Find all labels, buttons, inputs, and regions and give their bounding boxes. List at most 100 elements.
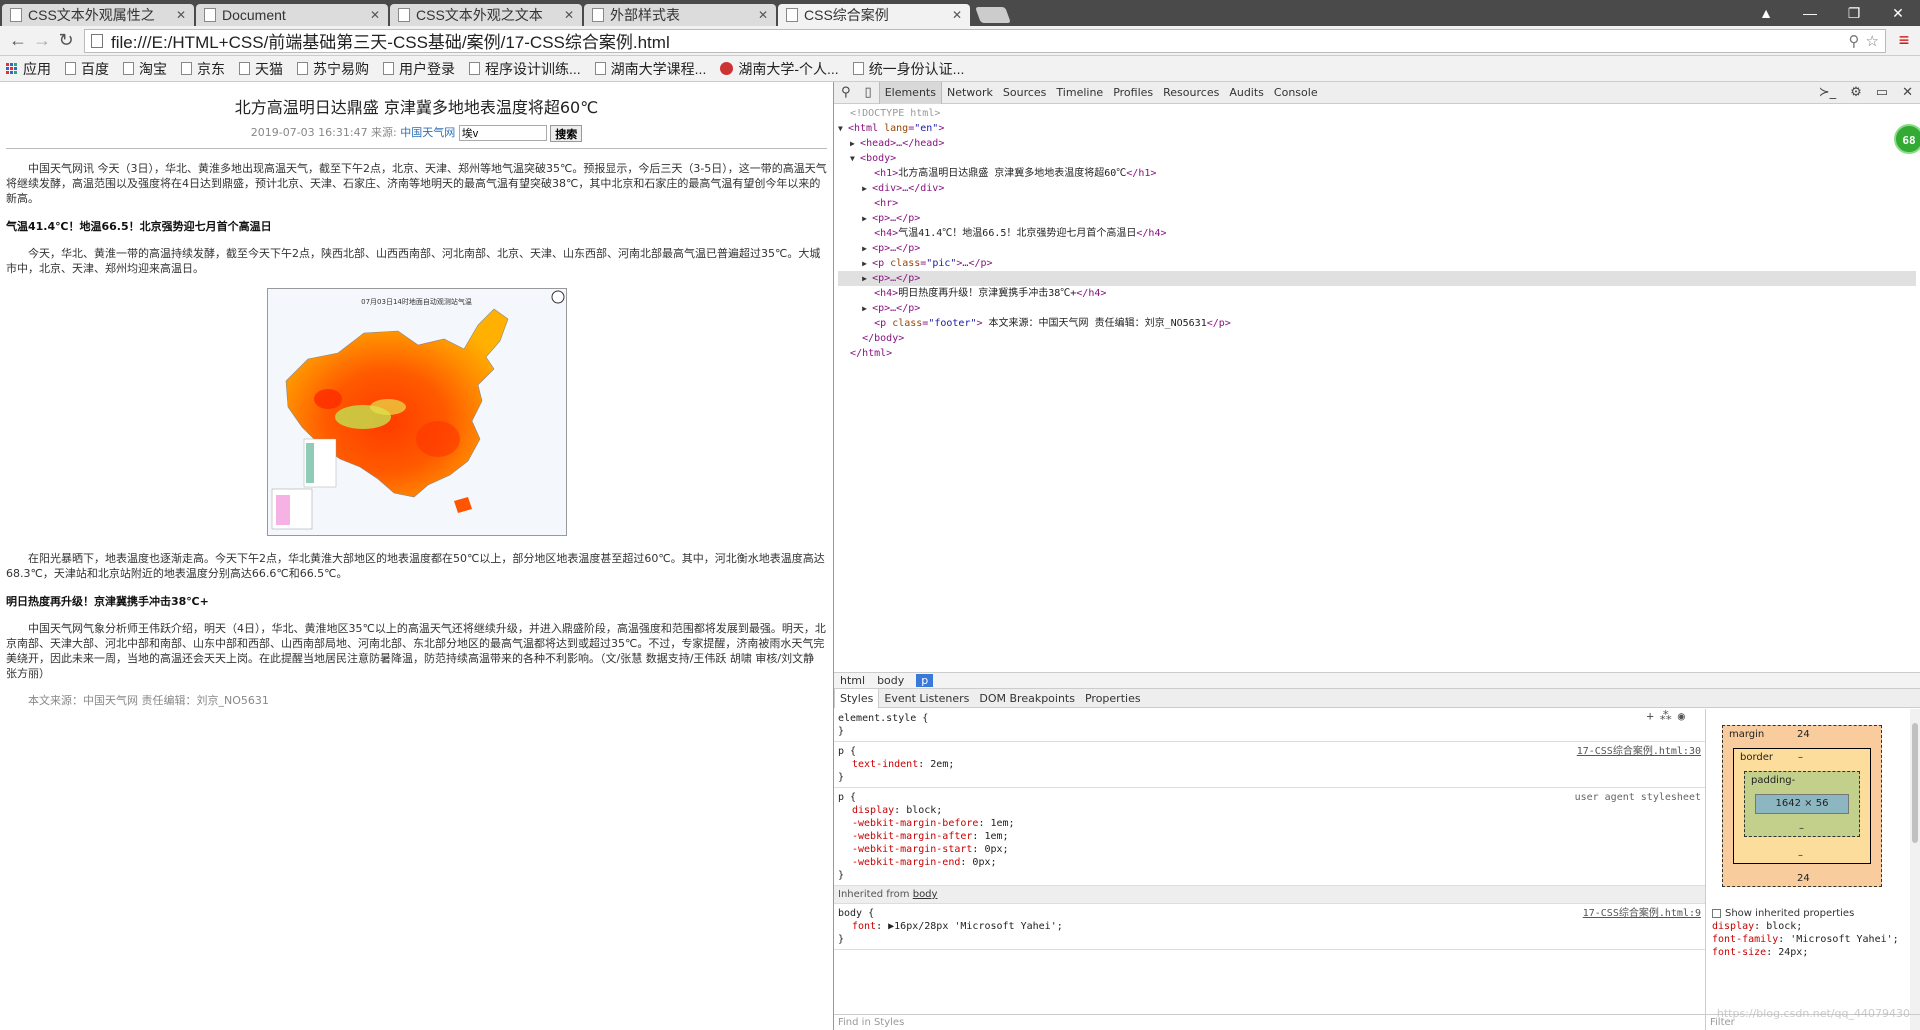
bookmark-item[interactable]: 京东 xyxy=(181,59,225,79)
bookmark-apps[interactable]: 应用 xyxy=(6,59,51,79)
tab-event-listeners[interactable]: Event Listeners xyxy=(879,692,974,705)
dom-node[interactable]: <h4>气温41.4℃！地温66.5！北京强势迎七月首个高温日</h4> xyxy=(838,226,1916,241)
style-rule[interactable]: p { user agent stylesheet display: block… xyxy=(834,788,1705,886)
bookmark-item[interactable]: 百度 xyxy=(65,59,109,79)
tab-audits[interactable]: Audits xyxy=(1224,86,1269,99)
address-bar[interactable]: file:///E:/HTML+CSS/前端基础第三天-CSS基础/案例/17-… xyxy=(84,28,1886,53)
triangle-right-icon[interactable]: ▶ xyxy=(862,211,872,226)
style-rule[interactable]: p { 17-CSS综合案例.html:30 text-indent: 2em;… xyxy=(834,742,1705,788)
tab-elements[interactable]: Elements xyxy=(878,81,942,104)
source-link[interactable]: 17-CSS综合案例.html:9 xyxy=(1583,907,1701,920)
dom-node[interactable]: <!DOCTYPE html> xyxy=(838,106,1916,121)
triangle-right-icon[interactable]: ▶ xyxy=(862,241,872,256)
search-button[interactable]: 搜索 xyxy=(550,124,583,142)
bookmark-item[interactable]: 用户登录 xyxy=(383,59,455,79)
gear-icon[interactable]: ⚙ xyxy=(1843,85,1869,100)
zoom-icon[interactable]: ⚲ xyxy=(1849,32,1860,50)
scrollbar-thumb[interactable] xyxy=(1912,723,1918,843)
style-rule[interactable]: body { 17-CSS综合案例.html:9 font: ▶16px/28p… xyxy=(834,904,1705,950)
dom-node[interactable]: ▶ <head>…</head> xyxy=(838,136,1916,151)
tab-resources[interactable]: Resources xyxy=(1158,86,1224,99)
menu-icon[interactable]: ≡ xyxy=(1894,30,1914,51)
dom-node[interactable]: <h1>北方高温明日达鼎盛 京津冀多地地表温度将超60℃</h1> xyxy=(838,166,1916,181)
search-icon[interactable]: ⚲ xyxy=(834,85,858,100)
find-in-styles-input[interactable]: Find in Styles xyxy=(834,1014,1705,1030)
reload-icon[interactable]: ↻ xyxy=(54,30,78,51)
browser-tab[interactable]: Document ✕ xyxy=(196,4,388,26)
search-input[interactable] xyxy=(458,125,547,141)
user-icon[interactable]: ▲ xyxy=(1744,5,1788,21)
bookmark-item[interactable]: 天猫 xyxy=(239,59,283,79)
bookmark-item[interactable]: 湖南大学-个人... xyxy=(720,59,839,79)
close-icon[interactable]: ✕ xyxy=(758,8,768,22)
dom-node[interactable]: ▼ <body> xyxy=(838,151,1916,166)
back-icon[interactable]: ← xyxy=(6,30,30,51)
dom-node[interactable]: ▶ <p>…</p> xyxy=(838,241,1916,256)
breadcrumb-p[interactable]: p xyxy=(916,674,934,687)
close-window-icon[interactable]: ✕ xyxy=(1876,5,1920,22)
palette-icon[interactable]: ◉ xyxy=(1678,709,1691,723)
triangle-right-icon[interactable]: ▶ xyxy=(862,181,872,196)
triangle-down-icon[interactable]: ▼ xyxy=(850,151,860,166)
breadcrumb-body[interactable]: body xyxy=(877,674,904,687)
restore-icon[interactable]: ❐ xyxy=(1832,5,1876,22)
dom-node[interactable]: ▶ <p>…</p> xyxy=(838,301,1916,316)
devtools-tabbar: ⚲ ▯ Elements Network Sources Timeline Pr… xyxy=(834,81,1920,104)
dock-icon[interactable]: ▭ xyxy=(1869,85,1895,100)
close-icon[interactable]: ✕ xyxy=(952,8,962,22)
source-link[interactable]: 中国天气网 xyxy=(400,126,455,139)
minimize-icon[interactable]: — xyxy=(1788,5,1832,21)
bookmark-item[interactable]: 程序设计训练... xyxy=(469,59,581,79)
tab-network[interactable]: Network xyxy=(942,86,998,99)
console-drawer-icon[interactable]: ≻_ xyxy=(1812,85,1843,100)
bookmark-item[interactable]: 苏宁易购 xyxy=(297,59,369,79)
dom-node[interactable]: ▶ <div>…</div> xyxy=(838,181,1916,196)
show-inherited-checkbox[interactable]: Show inherited properties xyxy=(1712,907,1914,920)
browser-tab[interactable]: CSS文本外观属性之 ✕ xyxy=(2,4,194,26)
triangle-right-icon[interactable]: ▶ xyxy=(862,271,872,286)
close-icon[interactable]: ✕ xyxy=(564,8,574,22)
tab-styles[interactable]: Styles xyxy=(834,688,880,708)
device-icon[interactable]: ▯ xyxy=(858,85,879,100)
triangle-right-icon[interactable]: ▶ xyxy=(850,136,860,151)
inherited-link[interactable]: body xyxy=(913,889,938,900)
triangle-down-icon[interactable]: ▼ xyxy=(838,121,848,136)
tab-properties[interactable]: Properties xyxy=(1080,692,1146,705)
browser-tab[interactable]: CSS文本外观之文本 ✕ xyxy=(390,4,582,26)
tab-dom-breakpoints[interactable]: DOM Breakpoints xyxy=(974,692,1080,705)
star-icon[interactable]: ☆ xyxy=(1866,32,1879,50)
dom-node[interactable]: </body> xyxy=(838,331,1916,346)
close-icon[interactable]: ✕ xyxy=(1895,85,1920,100)
close-icon[interactable]: ✕ xyxy=(370,8,380,22)
tab-console[interactable]: Console xyxy=(1269,86,1323,99)
dom-node[interactable]: ▶ <p class="pic">…</p> xyxy=(838,256,1916,271)
dom-node[interactable]: ▼ <html lang="en"> xyxy=(838,121,1916,136)
dom-node[interactable]: <h4>明日热度再升级！京津冀携手冲击38℃+</h4> xyxy=(838,286,1916,301)
close-icon[interactable]: ✕ xyxy=(176,8,186,22)
address-url[interactable]: file:///E:/HTML+CSS/前端基础第三天-CSS基础/案例/17-… xyxy=(111,28,1843,53)
add-icon[interactable]: + xyxy=(1647,709,1660,723)
bookmark-item[interactable]: 统一身份认证... xyxy=(852,59,964,79)
source-label: user agent stylesheet xyxy=(1574,792,1701,803)
tab-timeline[interactable]: Timeline xyxy=(1051,86,1108,99)
triangle-right-icon[interactable]: ▶ xyxy=(862,256,872,271)
dom-node-selected[interactable]: ▶ <p>…</p> xyxy=(838,271,1916,286)
new-tab-button[interactable] xyxy=(975,7,1011,23)
dom-node[interactable]: <hr> xyxy=(838,196,1916,211)
dom-node[interactable]: <p class="footer"> 本文来源：中国天气网 责任编辑：刘京_NO… xyxy=(838,316,1916,331)
tab-profiles[interactable]: Profiles xyxy=(1108,86,1158,99)
bookmark-item[interactable]: 淘宝 xyxy=(123,59,167,79)
browser-tab[interactable]: 外部样式表 ✕ xyxy=(584,4,776,26)
dom-node[interactable]: ▶ <p>…</p> xyxy=(838,211,1916,226)
tab-sources[interactable]: Sources xyxy=(998,86,1052,99)
forward-icon[interactable]: → xyxy=(30,30,54,51)
triangle-right-icon[interactable]: ▶ xyxy=(862,301,872,316)
dom-node[interactable]: </html> xyxy=(838,346,1916,361)
source-link[interactable]: 17-CSS综合案例.html:30 xyxy=(1577,745,1701,758)
style-rule[interactable]: +⁂◉ element.style { } xyxy=(834,709,1705,742)
bookmark-item[interactable]: 湖南大学课程... xyxy=(594,59,706,79)
browser-tab-active[interactable]: CSS综合案例 ✕ xyxy=(778,4,970,26)
scrollbar[interactable] xyxy=(1910,709,1920,1030)
breadcrumb-html[interactable]: html xyxy=(840,674,865,687)
state-icon[interactable]: ⁂ xyxy=(1660,709,1678,723)
